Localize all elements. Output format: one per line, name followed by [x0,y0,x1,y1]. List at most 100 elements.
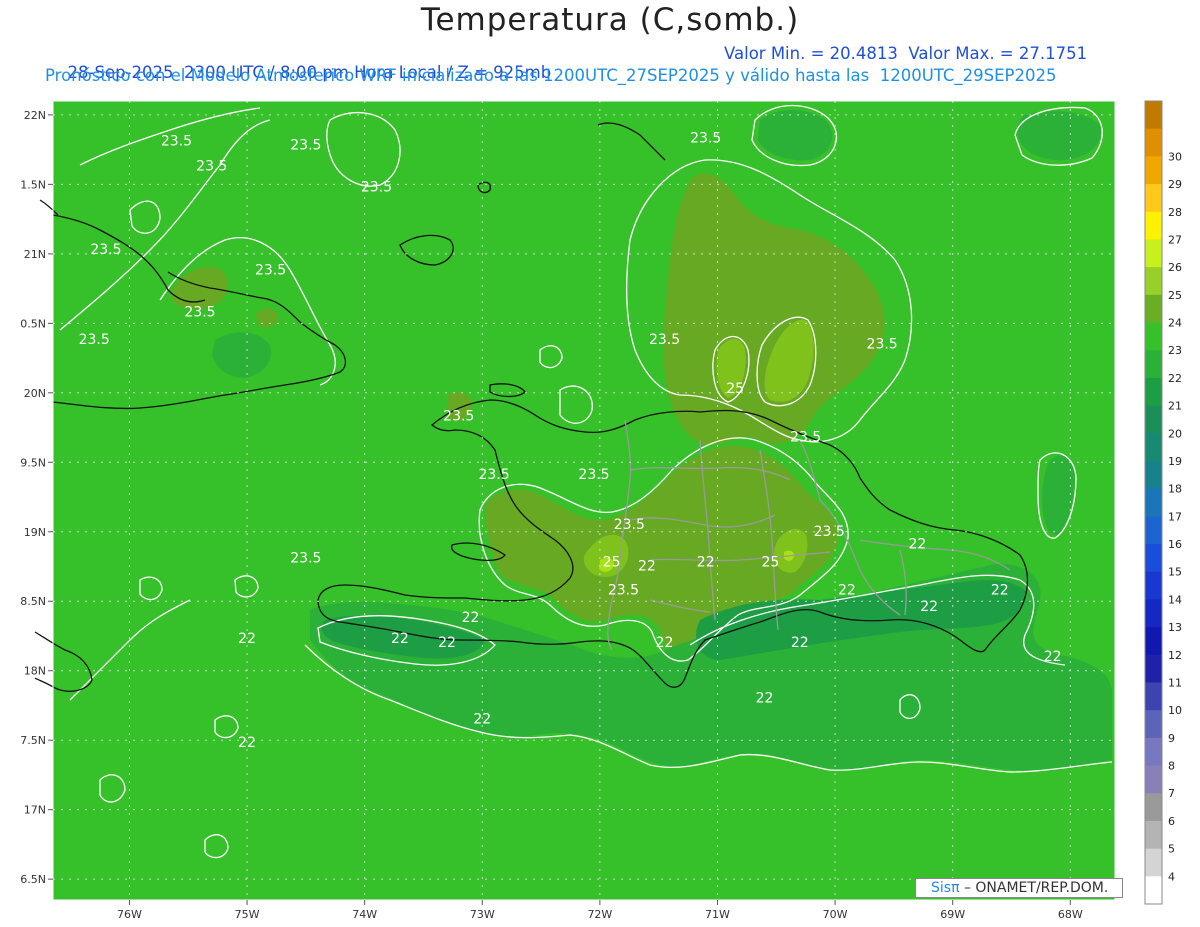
contour-label: 23.5 [649,332,680,348]
colorbar-swatch [1145,765,1162,794]
contour-label: 23.5 [90,242,121,258]
contour-label: 23.5 [443,409,474,425]
lon-tick-label: 75W [235,908,260,921]
contour-label: 22 [991,582,1009,598]
contour-label: 22 [656,635,674,651]
lat-tick-label: 18N [24,665,46,678]
colorbar-swatch [1145,544,1162,573]
colorbar-swatch [1145,377,1162,407]
lon-tick-label: 68W [1058,908,1083,921]
temperature-map: 23.5 23.5 23.5 23.5 23.5 23.5 23.5 23.5 23.5 23.5… [20,100,1182,921]
contour-label: 22 [638,559,656,575]
colorbar-label: 7 [1168,787,1175,800]
contour-label: 23.5 [255,263,286,279]
colorbar-label: 30 [1168,150,1182,163]
lat-tick-label: 0.5N [20,317,46,330]
lon-tick-label: 72W [587,908,612,921]
colorbar-swatch [1145,460,1162,490]
lat-tick-label: 7.5N [20,734,46,747]
colorbar-label: 29 [1168,178,1182,191]
colorbar-label: 13 [1168,621,1182,634]
contour-label: 23.5 [478,467,509,483]
colorbar-label: 5 [1168,843,1175,856]
contour-label: 23.5 [184,304,215,320]
contour-label: 23.5 [867,336,898,352]
contour-label: 22 [391,631,409,647]
colorbar-swatch [1145,654,1162,683]
lon-tick-label: 76W [117,908,142,921]
lat-tick-label: 9.5N [20,456,46,469]
lon-tick-label: 73W [470,908,495,921]
colorbar-label: 26 [1168,261,1182,274]
lat-tick-label: 8.5N [20,595,46,608]
colorbar-swatch [1145,876,1162,905]
colorbar-swatch [1145,820,1162,850]
contour-label: 23.5 [814,524,845,540]
colorbar-label: 22 [1168,372,1182,385]
contour-label: 22 [238,735,256,751]
contour-label: 25 [603,555,621,571]
contour-label: 22 [791,635,809,651]
colorbar-label: 8 [1168,760,1175,773]
colorbar-label: 12 [1168,649,1182,662]
contour-label: 22 [462,610,480,626]
latitude-axis: 22N 1.5N 21N 0.5N 20N 9.5N 19N 8.5N 18N 7.5N 17N 6.… [20,109,53,886]
colorbar-label: 24 [1168,317,1182,330]
colorbar-label: 25 [1168,289,1182,302]
colorbar-label: 10 [1168,704,1182,717]
contour-label: 23.5 [361,179,392,195]
colorbar-swatch [1145,294,1162,324]
colorbar-label: 16 [1168,538,1182,551]
colorbar-swatch [1145,848,1162,877]
colorbar-label: 4 [1168,870,1175,883]
colorbar-label: 15 [1168,566,1182,579]
colorbar-swatch [1145,267,1162,296]
lon-tick-label: 69W [940,908,965,921]
colorbar-label: 27 [1168,233,1182,246]
colorbar-swatch [1145,737,1162,767]
credit-box: Sisπ – ONAMET/REP.DOM. [915,878,1123,898]
contour-label: 23.5 [614,517,645,533]
contour-label: 25 [726,381,744,397]
contour-label: 22 [920,599,938,615]
colorbar-swatch [1145,211,1162,240]
colorbar-swatch [1145,571,1162,600]
contour-label: 23.5 [690,131,721,147]
contour-label: 22 [838,582,856,598]
lat-tick-label: 22N [24,109,46,122]
colorbar-swatch [1145,405,1162,434]
map-background [53,101,1115,900]
colorbar-label: 14 [1168,593,1182,606]
colorbar-swatch [1145,682,1162,711]
colorbar-label: 20 [1168,427,1182,440]
contour-label: 22 [438,635,456,651]
colorbar-swatch [1145,239,1162,268]
lon-tick-label: 74W [352,908,377,921]
contour-label: 23.5 [290,138,321,154]
lat-tick-label: 19N [24,526,46,539]
colorbar-label: 11 [1168,676,1182,689]
colorbar-swatch [1145,433,1162,462]
colorbar-swatch [1145,488,1162,517]
colorbar-swatch [1145,516,1162,545]
colorbar-swatch [1145,350,1162,379]
contour-label: 23.5 [161,133,192,149]
contour-label: 22 [473,712,491,728]
contour-label: 22 [1044,649,1062,665]
credit-org: – ONAMET/REP.DOM. [959,880,1109,896]
lon-tick-label: 71W [705,908,730,921]
colorbar-label: 19 [1168,455,1182,468]
lat-tick-label: 17N [24,804,46,817]
contour-label: 23.5 [608,582,639,598]
colorbar-label: 21 [1168,400,1182,413]
colorbar-swatch [1145,599,1162,628]
colorbar-label: 23 [1168,344,1182,357]
credit-sis: Sisπ [931,880,960,896]
contour-label: 22 [756,691,774,707]
lat-tick-label: 20N [24,387,46,400]
colorbar-label: 28 [1168,206,1182,219]
lat-tick-label: 1.5N [20,178,46,191]
colorbar-swatch [1145,627,1162,656]
contour-label: 25 [761,555,779,571]
lat-tick-label: 21N [24,248,46,261]
